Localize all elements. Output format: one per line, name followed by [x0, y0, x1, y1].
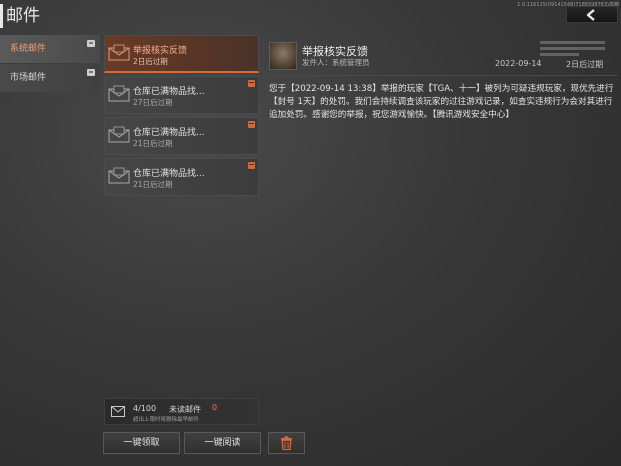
- category-market-mail[interactable]: 市场邮件: [0, 64, 100, 92]
- mail-badge-icon: [87, 69, 95, 76]
- mail-title: 仓库已满物品找...: [133, 169, 205, 179]
- mail-item[interactable]: 仓库已满物品找... 27日后过期: [104, 76, 259, 114]
- read-all-button[interactable]: 一键阅读: [184, 432, 261, 454]
- mail-expiry: 2日后过期: [133, 57, 168, 66]
- mail-expiry: 27日后过期: [133, 98, 173, 107]
- category-label: 系统邮件: [10, 44, 47, 54]
- mail-item[interactable]: 仓库已满物品找... 21日后过期: [104, 158, 259, 196]
- claim-all-button[interactable]: 一键领取: [103, 432, 180, 454]
- unread-count: 0: [209, 403, 221, 412]
- envelope-icon: [111, 406, 125, 417]
- top-bar: 邮件 1.0.116115(09141548)7186598763)高精: [0, 0, 621, 32]
- page-title: 邮件: [0, 4, 40, 28]
- mail-sender: 发件人：系统管理员: [302, 58, 370, 67]
- mail-title: 举报核实反馈: [133, 46, 188, 56]
- gift-badge-icon: [248, 162, 255, 169]
- mail-badge-icon: [87, 40, 95, 47]
- mail-expiry: 21日后过期: [133, 180, 173, 189]
- back-arrow-icon: [586, 8, 595, 21]
- mail-count: 4/100: [133, 404, 157, 413]
- mail-expiry: 21日后过期: [133, 139, 173, 148]
- watermark-logo: [540, 41, 605, 57]
- mail-item[interactable]: 仓库已满物品找... 21日后过期: [104, 117, 259, 155]
- mail-title: 仓库已满物品找...: [133, 128, 205, 138]
- gift-badge-icon: [248, 80, 255, 87]
- gift-badge-icon: [248, 121, 255, 128]
- unread-label: 未读邮件: [169, 405, 201, 414]
- envelope-icon: [108, 44, 130, 61]
- sender-avatar: [269, 42, 297, 70]
- delete-button[interactable]: [268, 432, 305, 454]
- category-system-mail[interactable]: 系统邮件: [0, 35, 100, 63]
- category-label: 市场邮件: [10, 73, 47, 83]
- mail-body: 您于【2022-09-14 13:38】举报的玩家【TGA、十一】被列为可疑违规…: [269, 84, 614, 120]
- envelope-icon: [108, 85, 130, 102]
- mail-date: 2022-09-14: [495, 59, 542, 68]
- mail-capacity-panel: 4/100 未读邮件 0 超出上限时将删除最早邮件: [104, 398, 259, 425]
- mail-title: 仓库已满物品找...: [133, 87, 205, 97]
- envelope-icon: [108, 167, 130, 184]
- trash-icon: [281, 436, 292, 450]
- mail-detail-expiry: 2日后过期: [566, 60, 604, 69]
- capacity-hint: 超出上限时将删除最早邮件: [133, 417, 200, 423]
- divider: [269, 75, 617, 76]
- back-button[interactable]: [566, 6, 618, 23]
- mail-item[interactable]: 举报核实反馈 2日后过期: [104, 35, 259, 73]
- envelope-icon: [108, 126, 130, 143]
